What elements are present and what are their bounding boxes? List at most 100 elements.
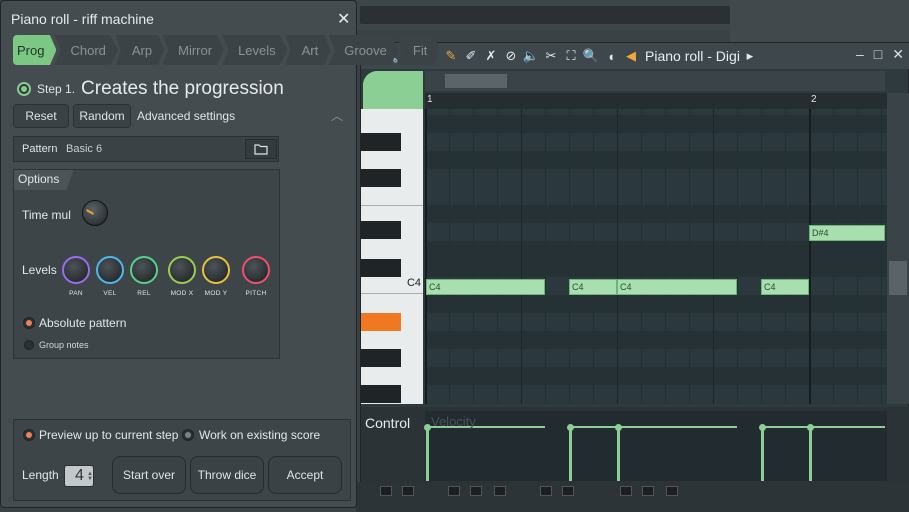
velocity-bar[interactable] [761, 427, 764, 481]
speaker-icon[interactable]: ◀ [621, 46, 641, 66]
grid-line [593, 109, 594, 404]
chevron-up-icon[interactable]: ︿ [331, 107, 343, 124]
note[interactable]: C4 [617, 279, 737, 295]
black-key[interactable] [361, 349, 401, 367]
minimize-icon[interactable]: – [856, 46, 864, 63]
black-key[interactable] [361, 133, 401, 151]
note[interactable]: C4 [569, 279, 617, 295]
timeline-ruler[interactable] [425, 93, 887, 109]
riff-machine-dialog: Piano roll - riff machine ✕ Prog Chord Arp… [0, 0, 440, 508]
throw-dice-button[interactable]: Throw dice [190, 456, 264, 494]
note-grid[interactable]: C4 C4 C4 C4 D#4 [425, 109, 887, 404]
time-mul-knob[interactable] [82, 200, 108, 226]
pattern-selector[interactable]: Pattern Basic 6 [13, 136, 279, 162]
velocity-bar[interactable] [569, 427, 572, 481]
c4-key[interactable]: C4 [361, 277, 423, 293]
grid-row-dark [425, 295, 887, 313]
background-key [448, 486, 460, 496]
grid-line [641, 109, 642, 404]
key-divider [361, 205, 423, 206]
absolute-pattern-radio[interactable] [23, 317, 35, 329]
velocity-area[interactable] [424, 411, 887, 481]
grid-line [761, 109, 762, 404]
brush-icon[interactable]: ✐ [461, 46, 481, 66]
spin-arrows-icon[interactable]: ▲ ▼ [87, 471, 93, 482]
horizontal-scroll-thumb[interactable] [445, 74, 507, 88]
absolute-pattern-label[interactable]: Absolute pattern [39, 316, 126, 330]
dialog-title: Piano roll - riff machine [11, 11, 154, 27]
time-mul-label: Time mul [22, 208, 71, 222]
grid-line [689, 109, 690, 404]
step-radio[interactable] [17, 82, 31, 96]
grid-row-dark [425, 259, 887, 277]
tab-arp[interactable]: Arp [115, 35, 165, 65]
pan-knob[interactable] [62, 256, 90, 284]
note[interactable]: D#4 [809, 225, 885, 241]
select-icon[interactable]: ⛶ [561, 46, 581, 66]
grid-line [665, 109, 666, 404]
pencil-icon[interactable]: ✎ [441, 46, 461, 66]
group-notes-radio[interactable] [24, 340, 34, 350]
reset-button[interactable]: Reset [13, 104, 69, 128]
black-key-highlighted[interactable] [361, 313, 401, 331]
tab-chord[interactable]: Chord [54, 35, 118, 65]
grid-line [617, 109, 618, 404]
playback-icon[interactable]: ◖ [601, 46, 621, 66]
preview-radio[interactable] [23, 429, 35, 441]
title-arrow-icon[interactable]: ▸ [740, 46, 760, 66]
bar-number: 1 [427, 94, 433, 105]
length-stepper[interactable]: 4 ▲ ▼ [64, 465, 94, 487]
preview-label[interactable]: Preview up to current step [39, 428, 178, 442]
maximize-icon[interactable]: □ [874, 46, 882, 63]
velocity-bar[interactable] [617, 427, 620, 481]
work-existing-radio[interactable] [182, 429, 194, 441]
mod-y-knob[interactable] [202, 256, 230, 284]
close-icon[interactable]: ✕ [337, 9, 350, 29]
group-notes-label[interactable]: Group notes [39, 340, 89, 350]
piano-roll-toolbar: ▸ 🔧 ∩ ☰ ✎ ✐ ✗ ⊘ 🔈 ✂ ⛶ 🔍 ◖ ◀ Piano roll -… [361, 43, 909, 69]
zoom-icon[interactable]: 🔍 [581, 46, 601, 66]
folder-icon[interactable] [245, 139, 277, 159]
piano-roll-title: Piano roll - Digi [645, 48, 740, 64]
vertical-scroll-thumb[interactable] [889, 261, 907, 295]
piano-keyboard[interactable]: C4 [361, 109, 423, 404]
vertical-scrollbar[interactable] [887, 93, 909, 404]
random-button[interactable]: Random [73, 104, 131, 128]
speaker-mute-icon[interactable]: 🔈 [521, 46, 541, 66]
mod-x-knob[interactable] [168, 256, 196, 284]
c4-key-label: C4 [406, 277, 421, 289]
vel-knob[interactable] [96, 256, 124, 284]
tab-levels[interactable]: Levels [222, 35, 288, 65]
tab-groove[interactable]: Groove [328, 35, 399, 65]
slice-icon[interactable]: ✂ [541, 46, 561, 66]
tab-art[interactable]: Art [285, 35, 331, 65]
delete-tool-icon[interactable]: ✗ [481, 46, 501, 66]
velocity-bar[interactable] [809, 427, 812, 481]
tab-prog[interactable]: Prog [13, 35, 57, 65]
piano-roll-window: ▸ 🔧 ∩ ☰ ✎ ✐ ✗ ⊘ 🔈 ✂ ⛶ 🔍 ◖ ◀ Piano roll -… [360, 42, 909, 483]
black-key[interactable] [361, 259, 401, 277]
options-title: Options [14, 170, 74, 190]
control-panel: Control Velocity [361, 407, 909, 483]
pitch-knob[interactable] [242, 256, 270, 284]
black-key[interactable] [361, 169, 401, 187]
close-icon[interactable]: ✕ [892, 46, 904, 63]
tab-mirror[interactable]: Mirror [162, 35, 225, 65]
rel-knob[interactable] [130, 256, 158, 284]
tab-fit[interactable]: Fit [396, 35, 440, 65]
work-existing-label[interactable]: Work on existing score [199, 428, 320, 442]
mute-tool-icon[interactable]: ⊘ [501, 46, 521, 66]
note-properties-tab[interactable] [363, 71, 423, 109]
black-key[interactable] [361, 385, 401, 403]
note[interactable]: C4 [426, 279, 545, 295]
note[interactable]: C4 [761, 279, 809, 295]
grid-line [713, 109, 714, 404]
advanced-settings-label[interactable]: Advanced settings [137, 109, 235, 123]
grid-line [545, 109, 546, 404]
velocity-watermark: Velocity [431, 414, 476, 429]
start-over-button[interactable]: Start over [112, 456, 186, 494]
black-key[interactable] [361, 221, 401, 239]
velocity-bar[interactable] [426, 427, 429, 481]
accept-button[interactable]: Accept [268, 456, 342, 494]
control-label[interactable]: Control [365, 415, 410, 431]
